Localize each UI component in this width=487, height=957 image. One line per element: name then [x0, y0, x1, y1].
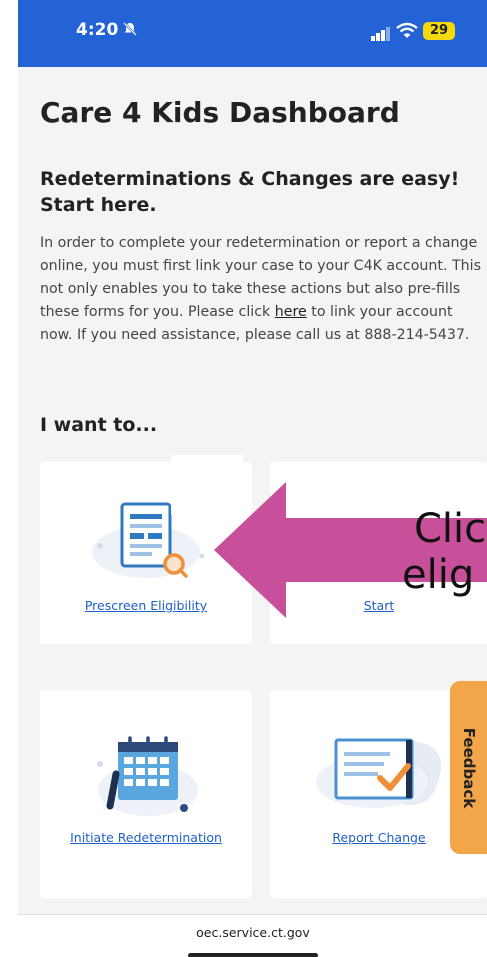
page-subtitle: Redeterminations & Changes are easy! Sta…	[40, 168, 460, 216]
calendar-icon	[88, 724, 208, 832]
browser-bottom-bar: oec.service.ct.gov	[18, 914, 487, 957]
intro-paragraph: In order to complete your redeterminatio…	[40, 232, 486, 347]
battery-icon: 29	[423, 22, 455, 40]
card-label-redetermination[interactable]: Initiate Redetermination	[40, 830, 252, 845]
callout-line-2: elig	[402, 552, 475, 598]
feedback-label: Feedback	[460, 727, 478, 808]
phone-screen: 4:20 29 Care 4 Kids Dashboard Redetermin…	[18, 0, 487, 957]
link-account-link[interactable]: here	[275, 304, 307, 320]
callout-line-1: Clic	[414, 506, 487, 552]
checklist-icon	[302, 720, 452, 828]
status-bar: 4:20 29	[18, 0, 487, 67]
silent-bell-icon	[122, 21, 138, 41]
card-initiate-redetermination[interactable]: Initiate Redetermination	[40, 690, 252, 898]
home-indicator[interactable]	[188, 953, 318, 957]
feedback-tab[interactable]: Feedback	[450, 681, 487, 854]
browser-url[interactable]: oec.service.ct.gov	[18, 925, 487, 940]
wifi-icon	[396, 22, 418, 44]
page-title: Care 4 Kids Dashboard	[40, 96, 400, 129]
callout-text-box: Clic elig	[334, 480, 487, 620]
section-heading: I want to...	[40, 414, 158, 436]
signal-icon	[371, 26, 391, 45]
status-time: 4:20	[76, 20, 119, 40]
